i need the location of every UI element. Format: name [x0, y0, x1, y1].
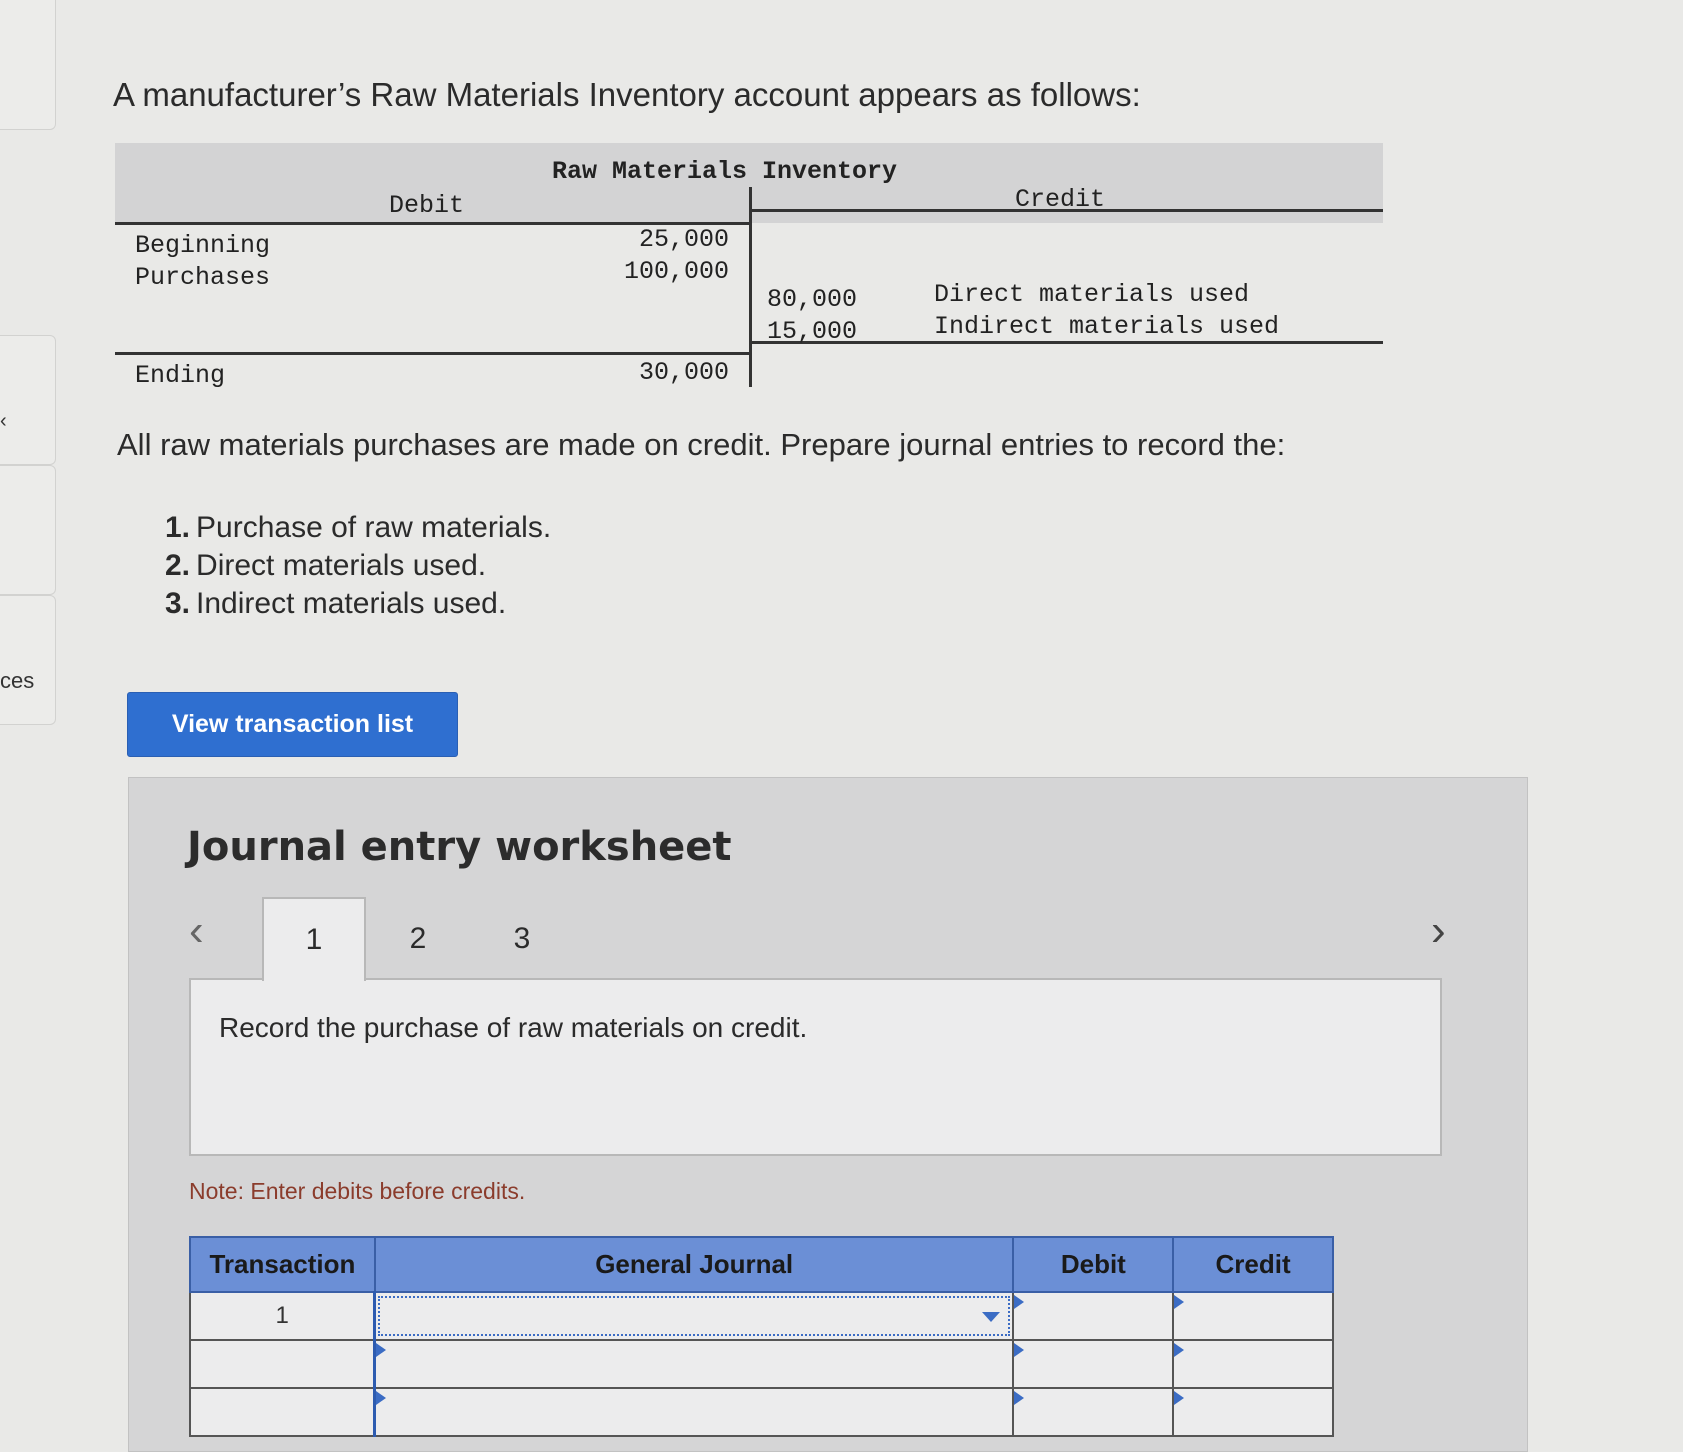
list-number: 1. [165, 511, 191, 544]
prompt-box: Record the purchase of raw materials on … [189, 978, 1442, 1156]
chevron-right-icon[interactable]: › [1431, 906, 1446, 956]
rail-card[interactable] [0, 0, 56, 130]
debit-header: Debit [1012, 1236, 1175, 1293]
worksheet-title: Journal entry worksheet [187, 824, 732, 870]
credit-input[interactable] [1172, 1339, 1334, 1389]
left-rail: ‹ ces [0, 0, 58, 1452]
t-account: Raw Materials Inventory Debit Credit Beg… [115, 143, 1383, 390]
input-marker-icon [1174, 1295, 1185, 1309]
account-select[interactable] [373, 1291, 1015, 1341]
direct-value: 80,000 [767, 285, 858, 314]
table-row [189, 1387, 1334, 1437]
t-line [115, 352, 751, 355]
chevron-left-icon[interactable]: ‹ [0, 410, 7, 433]
list-item: 2. Direct materials used. [165, 549, 551, 587]
account-dropdown[interactable] [378, 1296, 1011, 1336]
general-journal-header: General Journal [373, 1236, 1015, 1293]
beginning-value: 25,000 [639, 225, 730, 254]
debit-input[interactable] [1012, 1291, 1175, 1341]
note-text: Note: Enter debits before credits. [189, 1178, 526, 1204]
rail-label[interactable]: ces [0, 668, 34, 694]
intro-text: All raw materials purchases are made on … [117, 427, 1286, 462]
dropdown-arrow-icon[interactable] [982, 1312, 1001, 1322]
view-transaction-list-button[interactable]: View transaction list [127, 692, 458, 757]
list-text: Direct materials used. [196, 549, 487, 582]
beginning-label: Beginning [135, 231, 271, 260]
tab-2[interactable]: 2 [366, 897, 470, 981]
input-marker-icon [1174, 1391, 1185, 1405]
account-select[interactable] [373, 1339, 1015, 1389]
table-header-row: Transaction General Journal Debit Credit [189, 1236, 1334, 1293]
indirect-value: 15,000 [767, 317, 858, 346]
input-marker-icon [1174, 1343, 1185, 1357]
journal-entry-worksheet: Journal entry worksheet ‹ 1 2 3 › Record… [128, 777, 1528, 1452]
chevron-left-icon[interactable]: ‹ [189, 906, 204, 956]
ending-value: 30,000 [639, 358, 730, 387]
rail-card[interactable] [0, 595, 56, 725]
transaction-cell [189, 1387, 376, 1437]
t-account-title: Raw Materials Inventory [552, 157, 898, 186]
prompt-text: Record the purchase of raw materials on … [219, 1012, 808, 1043]
list-number: 2. [165, 549, 191, 582]
transaction-cell: 1 [189, 1291, 376, 1341]
credit-input[interactable] [1172, 1291, 1334, 1341]
input-marker-icon [376, 1343, 387, 1357]
requirements-list: 1. Purchase of raw materials. 2. Direct ma… [165, 511, 551, 625]
debit-header: Debit [389, 191, 465, 220]
tab-1[interactable]: 1 [262, 897, 366, 981]
list-text: Indirect materials used. [196, 587, 507, 620]
input-marker-icon [1014, 1295, 1025, 1309]
question-title: A manufacturer’s Raw Materials Inventory… [113, 76, 1141, 113]
transaction-cell [189, 1339, 376, 1389]
ending-label: Ending [135, 361, 226, 390]
direct-label: Direct materials used [934, 280, 1250, 309]
purchases-label: Purchases [135, 263, 271, 292]
credit-input[interactable] [1172, 1387, 1334, 1437]
list-item: 3. Indirect materials used. [165, 587, 551, 625]
tab-3[interactable]: 3 [470, 897, 574, 981]
account-select[interactable] [373, 1387, 1015, 1437]
journal-table: Transaction General Journal Debit Credit… [189, 1236, 1334, 1437]
credit-header: Credit [1172, 1236, 1334, 1293]
input-marker-icon [1014, 1343, 1025, 1357]
table-row: 1 [189, 1291, 1334, 1341]
rail-card[interactable] [0, 335, 56, 465]
table-row [189, 1339, 1334, 1389]
transaction-header: Transaction [189, 1236, 376, 1293]
purchases-value: 100,000 [624, 257, 730, 286]
debit-input[interactable] [1012, 1387, 1175, 1437]
input-marker-icon [1014, 1391, 1025, 1405]
debit-input[interactable] [1012, 1339, 1175, 1389]
input-marker-icon [376, 1391, 387, 1405]
list-item: 1. Purchase of raw materials. [165, 511, 551, 549]
list-number: 3. [165, 587, 191, 620]
t-line [751, 209, 1383, 212]
t-line [749, 187, 752, 387]
rail-card[interactable] [0, 465, 56, 595]
list-text: Purchase of raw materials. [196, 511, 552, 544]
indirect-label: Indirect materials used [934, 312, 1280, 341]
